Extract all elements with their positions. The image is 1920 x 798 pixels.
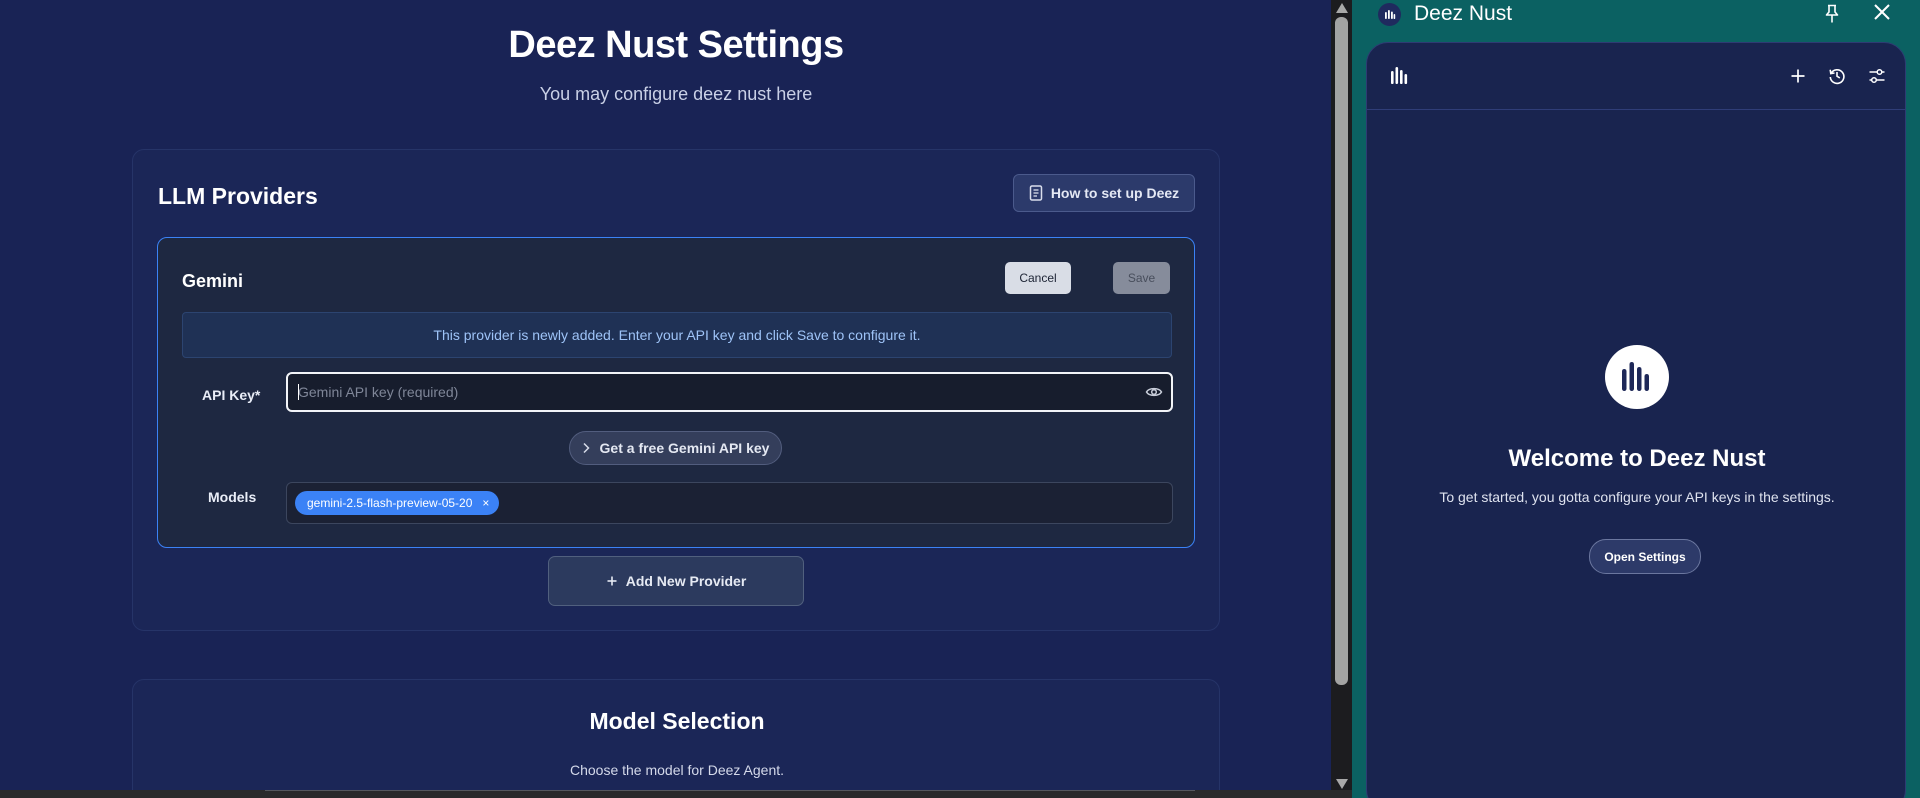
- model-selection-card: Model Selection Choose the model for Dee…: [132, 679, 1220, 790]
- plus-icon: [607, 576, 617, 586]
- pin-icon[interactable]: [1824, 4, 1840, 24]
- provider-notice: This provider is newly added. Enter your…: [182, 312, 1172, 358]
- settings-page: Deez Nust Settings You may configure dee…: [0, 0, 1331, 790]
- sliders-icon[interactable]: [1868, 67, 1886, 85]
- page-subtitle: You may configure deez nust here: [539, 84, 813, 104]
- page-title: Deez Nust Settings: [508, 24, 844, 66]
- api-key-label: API Key*: [202, 387, 261, 403]
- app-logo-icon: [1378, 3, 1401, 26]
- how-to-setup-button[interactable]: How to set up Deez: [1013, 174, 1195, 212]
- chevron-right-icon: [583, 442, 590, 454]
- provider-name: Gemini: [182, 271, 244, 291]
- deez-logo-icon: [1391, 67, 1408, 84]
- chip-remove-icon[interactable]: ×: [482, 496, 489, 510]
- scroll-thumb[interactable]: [1335, 17, 1348, 685]
- models-input[interactable]: gemini-2.5-flash-preview-05-20 ×: [286, 482, 1173, 524]
- document-icon: [1029, 185, 1043, 201]
- bottom-edge: [0, 790, 1352, 798]
- how-to-setup-label: How to set up Deez: [1050, 185, 1180, 201]
- scrollbar[interactable]: [1331, 0, 1352, 790]
- open-settings-button[interactable]: Open Settings: [1589, 539, 1701, 574]
- provider-editor: Gemini Cancel Save This provider is newl…: [157, 237, 1195, 548]
- model-chip-label: gemini-2.5-flash-preview-05-20: [307, 496, 473, 510]
- model-chip: gemini-2.5-flash-preview-05-20 ×: [295, 491, 500, 515]
- panel-toolbar: [1367, 43, 1905, 110]
- eye-icon[interactable]: [1145, 384, 1163, 400]
- api-key-input[interactable]: [298, 374, 1118, 410]
- scroll-down-arrow-icon[interactable]: [1336, 779, 1348, 789]
- close-icon[interactable]: [1872, 2, 1892, 22]
- panel-app-title: Deez Nust: [1414, 2, 1513, 25]
- welcome-logo-icon: [1605, 345, 1669, 409]
- cancel-button[interactable]: Cancel: [1005, 262, 1071, 294]
- llm-providers-card: LLM Providers How to set up Deez Gemini …: [132, 149, 1220, 631]
- scroll-up-arrow-icon[interactable]: [1336, 3, 1348, 13]
- add-new-provider-label: Add New Provider: [625, 573, 747, 589]
- models-label: Models: [208, 489, 257, 505]
- panel-frame: Welcome to Deez Nust To get started, you…: [1366, 42, 1906, 798]
- panel-titlebar: Deez Nust: [1352, 0, 1920, 30]
- text-caret: [298, 384, 299, 400]
- welcome-text: To get started, you gotta configure your…: [1439, 489, 1835, 505]
- section-title: LLM Providers: [158, 183, 318, 209]
- welcome-title: Welcome to Deez Nust: [1508, 445, 1766, 472]
- api-key-field: [286, 372, 1173, 412]
- plus-icon[interactable]: [1789, 67, 1807, 85]
- divider: [265, 790, 1195, 791]
- section-title: Model Selection: [589, 708, 765, 734]
- get-free-api-key-button[interactable]: Get a free Gemini API key: [569, 431, 782, 465]
- side-panel: Deez Nust Welcome to Deez Nust To get st…: [1352, 0, 1920, 798]
- add-new-provider-button[interactable]: Add New Provider: [548, 556, 804, 606]
- save-button[interactable]: Save: [1113, 262, 1170, 294]
- history-icon[interactable]: [1828, 67, 1846, 85]
- get-free-api-key-label: Get a free Gemini API key: [599, 440, 770, 456]
- section-subtitle: Choose the model for Deez Agent.: [569, 762, 785, 778]
